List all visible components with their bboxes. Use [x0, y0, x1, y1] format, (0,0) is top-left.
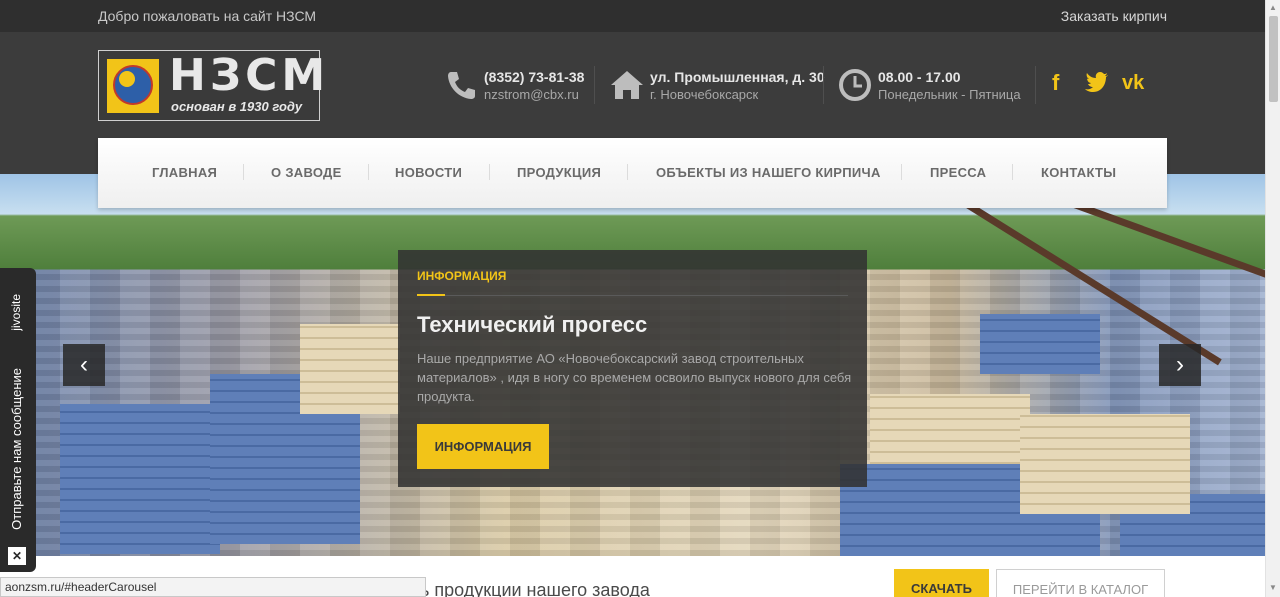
nav-divider — [368, 164, 369, 180]
nav-item-home[interactable]: ГЛАВНАЯ — [152, 165, 217, 180]
nav-item-products[interactable]: ПРОДУКЦИЯ — [517, 165, 601, 180]
clock-icon — [839, 69, 871, 101]
header-divider — [823, 66, 824, 104]
twitter-icon[interactable] — [1085, 72, 1109, 94]
address-city: г. Новочебоксарск — [650, 87, 759, 102]
slide-tag-underline — [417, 294, 445, 296]
phone-icon — [448, 72, 475, 99]
header-divider — [1035, 66, 1036, 104]
nav-item-contacts[interactable]: КОНТАКТЫ — [1041, 165, 1116, 180]
jivosite-brand: jivosite — [9, 294, 23, 331]
site-logo[interactable]: НЗСМ основан в 1930 году — [98, 50, 325, 121]
slide-title: Технический прогесс — [417, 312, 648, 337]
scroll-down-icon[interactable]: ▼ — [1269, 583, 1277, 592]
home-icon — [611, 71, 643, 99]
scroll-up-icon[interactable]: ▲ — [1269, 3, 1277, 12]
catalog-heading: ь продукции нашего завода — [420, 580, 650, 597]
work-hours: 08.00 - 17.00 — [878, 69, 961, 85]
phone-number[interactable]: (8352) 73-81-38 — [484, 69, 584, 85]
welcome-text: Добро пожаловать на сайт НЗСМ — [98, 8, 317, 24]
jivosite-message-label[interactable]: Отправьте нам сообщение — [9, 368, 27, 530]
nav-divider — [1012, 164, 1013, 180]
slide-divider — [445, 295, 848, 296]
address-street: ул. Промышленная, д. 30 — [650, 69, 825, 85]
nav-item-objects[interactable]: ОБЪЕКТЫ ИЗ НАШЕГО КИРПИЧА — [656, 165, 881, 180]
nav-divider — [627, 164, 628, 180]
logo-since: основан в 1930 году — [171, 99, 303, 114]
logo-emblem-icon — [107, 59, 159, 113]
carousel-prev-button[interactable]: ‹ — [63, 344, 105, 386]
hero-photo-pallet — [1020, 414, 1190, 514]
slide-caption: ИНФОРМАЦИЯ Технический прогесс Наше пред… — [398, 250, 867, 487]
hero-photo-pallet — [60, 404, 220, 554]
hero-photo-pallet — [300, 324, 400, 414]
nav-divider — [489, 164, 490, 180]
main-navigation: ГЛАВНАЯ О ЗАВОДЕ НОВОСТИ ПРОДУКЦИЯ ОБЪЕК… — [98, 138, 1167, 208]
facebook-icon[interactable]: f — [1052, 72, 1059, 94]
hero-photo-pallet — [980, 314, 1100, 374]
nav-item-news[interactable]: НОВОСТИ — [395, 165, 462, 180]
close-icon[interactable]: ✕ — [8, 547, 26, 565]
vk-icon[interactable]: vk — [1122, 72, 1144, 94]
contact-phone: (8352) 73-81-38 nzstrom@cbx.ru — [444, 68, 594, 104]
go-to-catalog-button[interactable]: ПЕРЕЙТИ В КАТАЛОГ — [996, 569, 1165, 597]
contact-address: ул. Промышленная, д. 30 г. Новочебоксарс… — [610, 68, 825, 104]
download-button[interactable]: СКАЧАТЬ — [894, 569, 989, 597]
slide-text: Наше предприятие АО «Новочебоксарский за… — [417, 351, 852, 404]
top-bar: Добро пожаловать на сайт НЗСМ Заказать к… — [0, 0, 1265, 32]
nav-item-about[interactable]: О ЗАВОДЕ — [271, 165, 342, 180]
work-days: Понедельник - Пятница — [878, 87, 1021, 102]
logo-name: НЗСМ — [169, 50, 330, 101]
scrollbar-thumb[interactable] — [1269, 16, 1278, 102]
page-scrollbar[interactable]: ▲ ▼ — [1265, 0, 1280, 597]
carousel-next-button[interactable]: › — [1159, 344, 1201, 386]
contact-hours: 08.00 - 17.00 Понедельник - Пятница — [838, 68, 1028, 104]
order-bricks-link[interactable]: Заказать кирпич — [1061, 8, 1167, 24]
email-address[interactable]: nzstrom@cbx.ru — [484, 87, 579, 102]
nav-item-press[interactable]: ПРЕССА — [930, 165, 986, 180]
jivosite-chat-tab[interactable]: jivosite Отправьте нам сообщение ✕ — [0, 268, 36, 572]
nav-divider — [901, 164, 902, 180]
header-divider — [594, 66, 595, 104]
slide-tag: ИНФОРМАЦИЯ — [417, 269, 507, 283]
nav-divider — [243, 164, 244, 180]
slide-info-button[interactable]: ИНФОРМАЦИЯ — [417, 424, 549, 469]
browser-status-url: aonzsm.ru/#headerCarousel — [0, 577, 426, 597]
